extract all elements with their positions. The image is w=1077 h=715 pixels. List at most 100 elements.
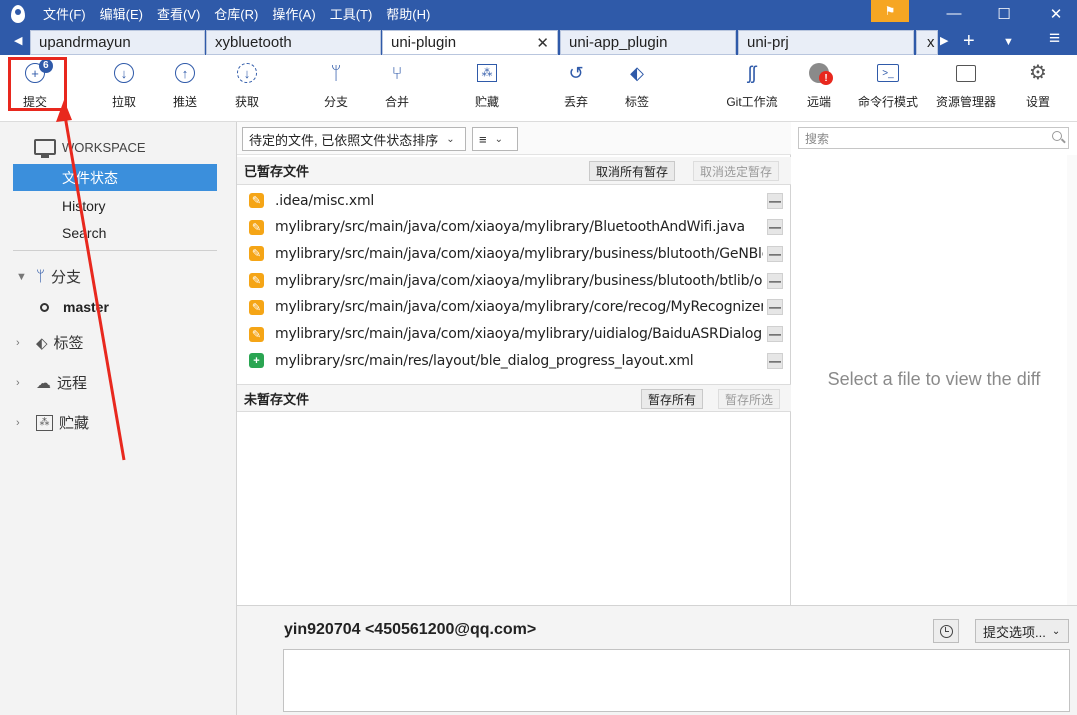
- commit-area: yin920704 <450561200@qq.com> 提交选项... ⌄: [237, 605, 1077, 715]
- terminal-icon: >_: [877, 64, 899, 82]
- file-path: .idea/misc.xml: [275, 192, 375, 209]
- minimize-button[interactable]: —: [930, 0, 978, 27]
- pull-label: 拉取: [111, 95, 136, 109]
- sidebar-group-remotes[interactable]: › ☁ 远程: [16, 372, 87, 393]
- staged-file-row[interactable]: ✎ mylibrary/src/main/java/com/xiaoya/myli…: [237, 214, 791, 241]
- tab-label: uni-plugin: [391, 34, 457, 51]
- commit-options-select[interactable]: 提交选项... ⌄: [975, 619, 1069, 643]
- tab-menu-icon[interactable]: ≡: [1049, 28, 1060, 50]
- tab-overflow[interactable]: x: [916, 30, 938, 55]
- unstage-file-button[interactable]: —: [767, 299, 783, 316]
- file-modified-icon: ✎: [249, 246, 264, 262]
- search-input[interactable]: 搜索: [798, 127, 1069, 149]
- unstage-file-button[interactable]: —: [767, 245, 783, 262]
- remote-button[interactable]: ! 远端: [789, 61, 849, 110]
- branch-button[interactable]: ᛘ 分支: [306, 61, 366, 110]
- unstage-file-button[interactable]: —: [767, 219, 783, 236]
- staged-files-header: 已暂存文件 取消所有暂存 取消选定暂存: [237, 157, 791, 185]
- unstage-file-button[interactable]: —: [767, 326, 783, 342]
- discard-button[interactable]: ↺ 丢弃: [546, 61, 606, 110]
- tab-dropdown-icon[interactable]: ▼: [1003, 36, 1014, 48]
- maximize-button[interactable]: ☐: [980, 0, 1028, 27]
- stash-label: 贮藏: [474, 95, 499, 109]
- unstage-all-button[interactable]: 取消所有暂存: [589, 161, 676, 181]
- flag-icon[interactable]: ⚑: [871, 0, 909, 22]
- staged-file-row[interactable]: ✎ .idea/misc.xml —: [237, 187, 791, 214]
- chevron-down-icon: ⌄: [446, 133, 455, 145]
- staged-file-row[interactable]: ✎ mylibrary/src/main/java/com/xiaoya/myli…: [237, 240, 791, 267]
- tab-upandrmayun[interactable]: upandrmayun: [30, 30, 205, 55]
- close-window-button[interactable]: ✕: [1032, 0, 1077, 27]
- commit-message-input[interactable]: [283, 649, 1070, 712]
- discard-label: 丢弃: [563, 95, 588, 109]
- sidebar-item-search[interactable]: Search: [13, 219, 217, 246]
- commit-history-button[interactable]: [933, 619, 959, 643]
- tag-button[interactable]: ⬖ 标签: [607, 61, 667, 110]
- diff-empty-message: Select a file to view the diff: [827, 369, 1041, 389]
- main-toolbar: + 6 提交 ↓ 拉取 ↑ 推送 ↓ 获取 ᛘ 分支 ⑂ 合并 ⁂ 贮藏 ↺ 丢…: [0, 55, 1077, 122]
- folder-icon: [956, 64, 976, 82]
- settings-button[interactable]: ⚙ 设置: [1008, 61, 1068, 110]
- menu-view[interactable]: 查看(V): [150, 4, 207, 23]
- fetch-button[interactable]: ↓ 获取: [217, 61, 277, 110]
- stage-selected-button[interactable]: 暂存所选: [718, 389, 781, 409]
- terminal-button[interactable]: >_ 命令行模式: [858, 61, 918, 110]
- chevron-down-icon: ⌄: [1051, 625, 1061, 637]
- staged-file-row[interactable]: + mylibrary/src/main/res/layout/ble_dialo…: [237, 347, 791, 374]
- settings-label: 设置: [1025, 95, 1050, 109]
- explorer-label: 资源管理器: [936, 95, 997, 109]
- menu-repository[interactable]: 仓库(R): [207, 4, 265, 23]
- sidebar-group-tags[interactable]: › ⬖ 标签: [16, 332, 84, 353]
- sidebar-branch-master[interactable]: master: [40, 299, 109, 315]
- tab-uni-prj[interactable]: uni-prj: [738, 30, 914, 55]
- filter-row: 待定的文件, 已依照文件状态排序 ⌄ ≡ ⌄: [237, 122, 791, 155]
- push-button[interactable]: ↑ 推送: [155, 61, 215, 110]
- menu-file[interactable]: 文件(F): [36, 4, 93, 23]
- unstage-file-button[interactable]: —: [767, 272, 783, 289]
- menu-actions[interactable]: 操作(A): [265, 4, 322, 23]
- staged-file-row[interactable]: ✎ mylibrary/src/main/java/com/xiaoya/myli…: [237, 321, 791, 348]
- sidebar-group-branches[interactable]: ▼ ᛘ 分支: [16, 266, 81, 287]
- menu-edit[interactable]: 编辑(E): [93, 4, 150, 23]
- fetch-dashed-arrow-icon: ↓: [237, 63, 257, 83]
- sourcetree-logo-icon: [0, 0, 36, 27]
- menu-help[interactable]: 帮助(H): [379, 4, 437, 23]
- branch-label: 分支: [323, 95, 348, 109]
- staged-file-row[interactable]: ✎ mylibrary/src/main/java/com/xiaoya/myli…: [237, 267, 791, 294]
- explorer-button[interactable]: 资源管理器: [936, 61, 996, 110]
- tab-close-icon[interactable]: ✕: [536, 34, 549, 52]
- clock-icon: [939, 624, 953, 638]
- cloud-icon: ☁: [36, 374, 51, 392]
- tab-uni-app-plugin[interactable]: uni-app_plugin: [560, 30, 736, 55]
- staged-files-title: 已暂存文件: [244, 164, 310, 179]
- merge-icon: ⑂: [391, 63, 403, 83]
- tab-xybluetooth[interactable]: xybluetooth: [206, 30, 381, 55]
- diff-panel: 搜索 Select a file to view the diff: [791, 122, 1077, 605]
- file-path: mylibrary/src/main/java/com/xiaoya/mylib…: [275, 245, 763, 262]
- stash-button[interactable]: ⁂ 贮藏: [457, 61, 517, 110]
- tab-scroll-right-icon[interactable]: ▶: [940, 34, 948, 47]
- unstaged-files-header: 未暂存文件 暂存所有 暂存所选: [237, 384, 791, 412]
- merge-button[interactable]: ⑂ 合并: [367, 61, 427, 110]
- sidebar-item-history[interactable]: History: [13, 192, 217, 219]
- add-tab-icon[interactable]: +: [963, 30, 975, 53]
- repo-tab-bar: ◀ upandrmayun xybluetooth uni-plugin ✕ un…: [0, 27, 1077, 55]
- sort-select[interactable]: 待定的文件, 已依照文件状态排序 ⌄: [242, 127, 466, 151]
- tab-uni-plugin[interactable]: uni-plugin ✕: [382, 30, 558, 55]
- file-path: mylibrary/src/main/java/com/xiaoya/mylib…: [275, 272, 763, 289]
- unstage-file-button[interactable]: —: [767, 192, 783, 209]
- fetch-label: 获取: [234, 95, 259, 109]
- unstage-file-button[interactable]: —: [767, 352, 783, 369]
- tab-label: upandrmayun: [39, 34, 131, 51]
- unstage-selected-button[interactable]: 取消选定暂存: [693, 161, 780, 181]
- pull-button[interactable]: ↓ 拉取: [94, 61, 154, 110]
- tab-scroll-left-icon[interactable]: ◀: [14, 34, 22, 47]
- stage-all-button[interactable]: 暂存所有: [641, 389, 704, 409]
- staged-file-row[interactable]: ✎ mylibrary/src/main/java/com/xiaoya/myli…: [237, 294, 791, 321]
- chevron-right-icon: ›: [16, 416, 20, 429]
- view-mode-select[interactable]: ≡ ⌄: [472, 127, 518, 151]
- git-flow-button[interactable]: ʃʃ Git工作流: [722, 61, 782, 110]
- sidebar-item-file-status[interactable]: 文件状态: [13, 164, 217, 191]
- menu-tools[interactable]: 工具(T): [323, 4, 380, 23]
- sidebar-group-stashes[interactable]: › ⁂ 贮藏: [16, 412, 89, 433]
